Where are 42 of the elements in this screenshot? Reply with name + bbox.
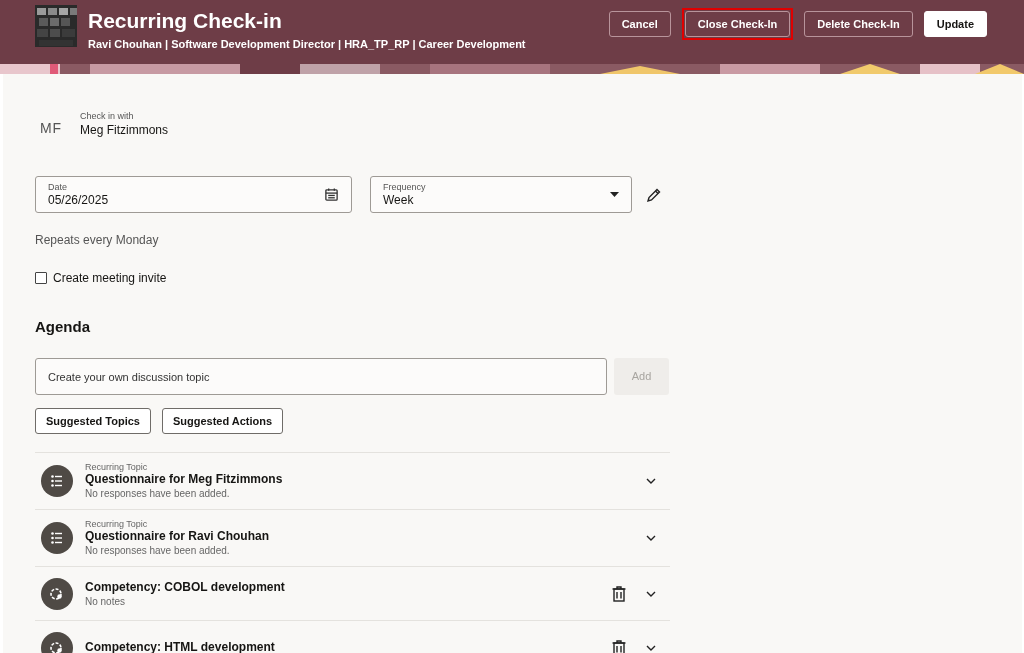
date-field[interactable]: Date 05/26/2025	[35, 176, 352, 213]
chevron-down-icon[interactable]	[646, 478, 656, 484]
section-heading: Agenda	[35, 317, 91, 337]
topic-title: Questionnaire for Meg Fitzimmons	[85, 472, 283, 487]
field-label: Check in with	[80, 110, 135, 122]
topic-title: Questionnaire for Ravi Chouhan	[85, 529, 270, 544]
page-title: Recurring Check-in	[88, 8, 283, 34]
avatar-initials: MF	[38, 118, 64, 138]
field-value: Week	[383, 192, 415, 208]
list-icon	[41, 522, 73, 554]
person-name: Meg Fitzimmons	[80, 122, 168, 138]
trash-icon[interactable]	[612, 585, 626, 602]
topic-overline: Recurring Topic	[85, 519, 149, 529]
list-icon	[41, 465, 73, 497]
topic-title: Competency: HTML development	[85, 640, 275, 653]
topic-subtitle: No responses have been added.	[85, 487, 231, 500]
repeat-note: Repeats every Monday	[35, 232, 160, 248]
topic-overline: Recurring Topic	[85, 462, 149, 472]
topic-input-field[interactable]: Create your own discussion topic	[35, 358, 607, 395]
calendar-icon[interactable]	[324, 187, 339, 202]
trash-icon[interactable]	[612, 639, 626, 653]
field-label: Frequency	[383, 181, 426, 193]
field-value: 05/26/2025	[48, 192, 109, 208]
checkbox[interactable]	[35, 272, 47, 284]
edit-icon[interactable]	[646, 186, 662, 203]
chevron-down-icon[interactable]	[646, 535, 656, 541]
caret-icon[interactable]	[610, 192, 619, 197]
frequency-dropdown[interactable]: Frequency Week	[370, 176, 632, 213]
chevron-down-icon[interactable]	[646, 590, 656, 597]
suggestion-button[interactable]: Suggested Topics	[35, 408, 151, 434]
header-button[interactable]: Update	[923, 11, 987, 38]
suggestion-button[interactable]: Suggested Actions	[161, 408, 284, 434]
header-button[interactable]: Cancel	[608, 11, 671, 38]
checkbox-label: Create meeting invite	[53, 270, 167, 286]
topic-subtitle: No responses have been added.	[85, 544, 231, 557]
header-button[interactable]: Close Check-In	[684, 11, 791, 38]
chevron-down-icon[interactable]	[646, 644, 656, 651]
page-subtitle: Ravi Chouhan | Software Development Director | HRA_TP_RP | Career Development	[88, 37, 526, 51]
topic-title: Competency: COBOL development	[85, 579, 285, 595]
field-label: Date	[48, 181, 68, 193]
header-button[interactable]: Delete Check-In	[804, 11, 913, 38]
topic-subtitle: No notes	[85, 594, 127, 608]
